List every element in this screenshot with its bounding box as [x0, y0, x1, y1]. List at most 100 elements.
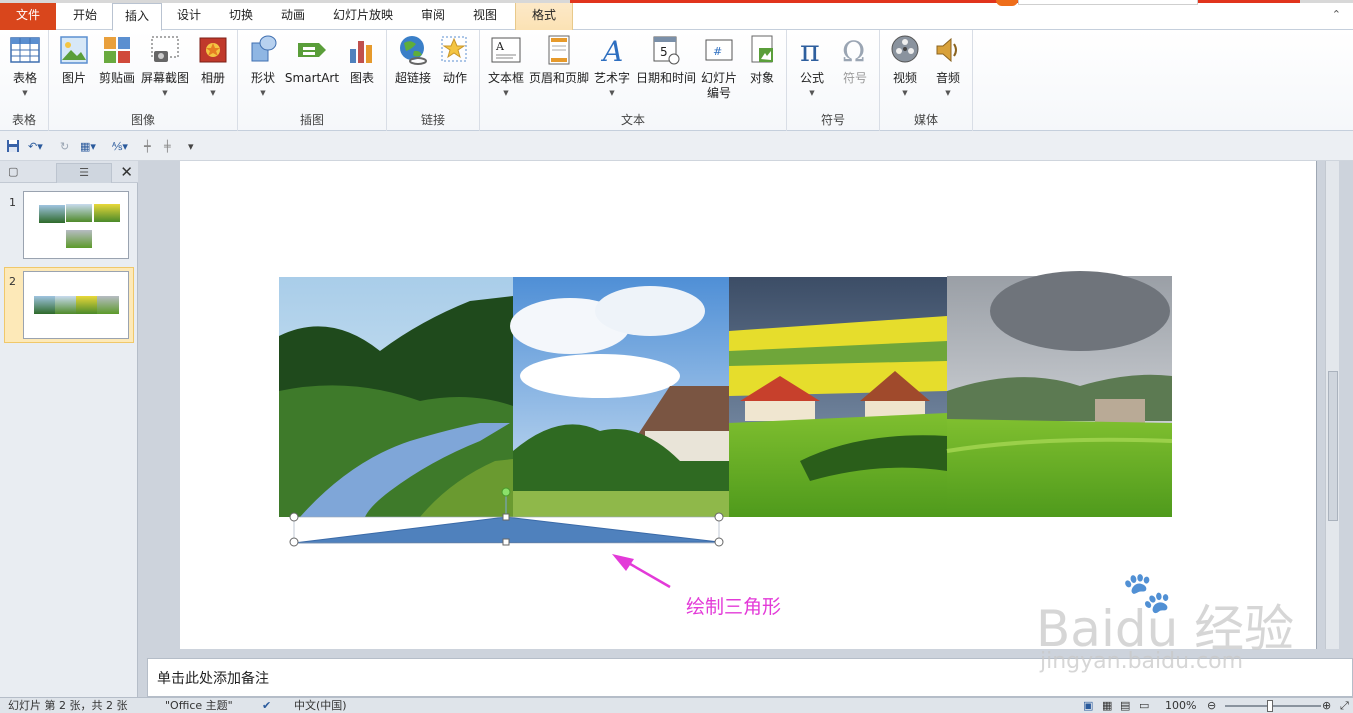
hyperlink-button[interactable]: 超链接 — [391, 33, 435, 86]
ribbon-insert: 表格 ▼ 表格 图片 剪贴画 屏幕截图 ▼ 相册 ▼ 图像 形状 ▼ Smart… — [0, 30, 1353, 131]
table-button[interactable]: 表格 ▼ — [6, 33, 44, 98]
zoom-level[interactable]: 100% — [1165, 698, 1196, 713]
align-icon[interactable]: ┿ — [144, 139, 151, 155]
object-label: 对象 — [749, 71, 774, 85]
group-label-media: 媒体 — [913, 113, 938, 127]
header-footer-button[interactable]: 页眉和页脚 — [528, 33, 590, 86]
reading-view-icon[interactable]: ▤ — [1120, 698, 1130, 713]
distribute-icon[interactable]: ╪ — [164, 139, 171, 155]
slide-thumbnail-2[interactable] — [23, 271, 129, 339]
tab-view[interactable]: 视图 — [460, 3, 510, 30]
slide-thumbnail-pane: ▢ ☰ ✕ 1 2 — [0, 161, 138, 697]
theme-name[interactable]: "Office 主题" — [165, 698, 233, 713]
thumb-image — [66, 204, 92, 222]
textbox-icon: A — [491, 37, 521, 63]
pi-icon: π — [800, 34, 820, 67]
tab-insert[interactable]: 插入 — [112, 3, 162, 31]
chart-icon — [350, 41, 372, 63]
resize-handle[interactable] — [289, 512, 299, 522]
save-icon[interactable] — [6, 139, 20, 155]
header-footer-label: 页眉和页脚 — [528, 71, 589, 85]
slide-sorter-icon[interactable]: ▦ — [1102, 698, 1112, 713]
text-direction-icon[interactable]: ⅍▾ — [112, 139, 128, 155]
annotation-text: 绘制三角形 — [686, 596, 781, 618]
action-star-icon — [441, 36, 467, 62]
wordart-button[interactable]: A 艺术字 ▼ — [590, 33, 634, 98]
album-button[interactable]: 相册 ▼ — [193, 33, 233, 98]
minimize-ribbon-icon[interactable]: ⌃ — [1332, 8, 1341, 21]
status-bar: 幻灯片 第 2 张，共 2 张 "Office 主题" ✔ 中文(中国) ▣ ▦… — [0, 697, 1353, 713]
vertical-scrollbar[interactable] — [1325, 161, 1339, 649]
svg-text:A: A — [600, 35, 623, 67]
undo-icon[interactable]: ↶▾ — [28, 139, 43, 155]
svg-text:A: A — [495, 40, 505, 53]
audio-button[interactable]: 音频 ▼ — [928, 33, 968, 98]
slideshow-icon[interactable]: ▭ — [1139, 698, 1149, 713]
clipart-button[interactable]: 剪贴画 — [97, 33, 137, 86]
symbol-button[interactable]: Ω 符号 — [835, 33, 875, 86]
resize-handle[interactable] — [289, 537, 299, 547]
chevron-down-icon: ▼ — [162, 89, 168, 97]
slide-thumbnail-1[interactable] — [23, 191, 129, 259]
redo-icon[interactable]: ↻ — [60, 139, 69, 155]
wordart-icon: A — [600, 35, 623, 67]
resize-handle[interactable] — [502, 538, 510, 546]
object-button[interactable]: 对象 — [742, 33, 782, 86]
tab-design[interactable]: 设计 — [164, 3, 214, 30]
language[interactable]: 中文(中国) — [294, 698, 347, 713]
shapes-button[interactable]: 形状 ▼ — [244, 33, 282, 98]
close-icon[interactable]: ✕ — [120, 163, 133, 181]
tab-home[interactable]: 开始 — [58, 3, 112, 30]
screenshot-button[interactable]: 屏幕截图 ▼ — [139, 33, 191, 98]
landscape-photo-3[interactable] — [729, 277, 947, 517]
chevron-down-icon: ▼ — [22, 89, 28, 97]
action-button[interactable]: 动作 — [435, 33, 475, 86]
group-illustrations: 形状 ▼ SmartArt 图表 插图 — [238, 30, 387, 131]
smartart-button[interactable]: SmartArt — [284, 33, 340, 86]
slide-number-button[interactable]: # 幻灯片 编号 — [698, 33, 740, 101]
tab-review[interactable]: 审阅 — [408, 3, 458, 30]
resize-handle[interactable] — [714, 537, 724, 547]
zoom-slider-thumb[interactable] — [1267, 700, 1273, 712]
resize-handle[interactable] — [502, 513, 510, 521]
tab-file[interactable]: 文件 — [0, 3, 56, 30]
group-label-text: 文本 — [620, 113, 645, 127]
tab-format[interactable]: 格式 — [515, 3, 573, 30]
customize-qat-icon[interactable]: ▾ — [188, 139, 194, 155]
group-symbols: π 公式 ▼ Ω 符号 符号 — [787, 30, 880, 131]
picture-button[interactable]: 图片 — [55, 33, 93, 86]
landscape-photo-1[interactable] — [279, 277, 513, 517]
rotation-handle[interactable] — [501, 487, 511, 497]
zoom-out-icon[interactable]: ⊖ — [1207, 698, 1216, 713]
clipart-label: 剪贴画 — [98, 71, 135, 85]
landscape-photo-4[interactable] — [946, 271, 1173, 517]
notes-placeholder[interactable]: 单击此处添加备注 — [157, 668, 269, 688]
zoom-slider[interactable] — [1225, 705, 1321, 707]
fit-to-window-icon[interactable]: ⤢ — [1340, 698, 1349, 713]
scrollbar-thumb[interactable] — [1328, 371, 1338, 521]
datetime-label: 日期和时间 — [635, 71, 696, 85]
video-button[interactable]: 视频 ▼ — [884, 33, 926, 98]
datetime-button[interactable]: 5 日期和时间 — [634, 33, 698, 86]
tab-slideshow[interactable]: 幻灯片放映 — [320, 3, 406, 30]
slides-tab-icon[interactable]: ▢ — [4, 163, 54, 183]
slide-number-icon: # — [705, 39, 733, 61]
textbox-button[interactable]: A 文本框 ▼ — [484, 33, 528, 98]
zoom-in-icon[interactable]: ⊕ — [1322, 698, 1331, 713]
textbox-label: 文本框 — [487, 71, 524, 85]
resize-handle[interactable] — [714, 512, 724, 522]
equation-button[interactable]: π 公式 ▼ — [791, 33, 833, 98]
tab-transitions[interactable]: 切换 — [216, 3, 266, 30]
spellcheck-icon[interactable]: ✔ — [262, 698, 271, 713]
format-picture-icon[interactable]: ▦▾ — [80, 139, 96, 155]
object-icon — [751, 35, 773, 63]
group-table: 表格 ▼ 表格 — [0, 30, 49, 131]
film-reel-icon — [891, 35, 919, 63]
normal-view-icon[interactable]: ▣ — [1083, 698, 1093, 713]
tab-animations[interactable]: 动画 — [268, 3, 318, 30]
chart-button[interactable]: 图表 — [342, 33, 382, 86]
annotation-arrow-icon — [612, 554, 671, 589]
table-label: 表格 — [12, 71, 37, 85]
outline-tab-icon[interactable]: ☰ — [56, 163, 112, 183]
landscape-photo-2[interactable] — [510, 277, 729, 517]
